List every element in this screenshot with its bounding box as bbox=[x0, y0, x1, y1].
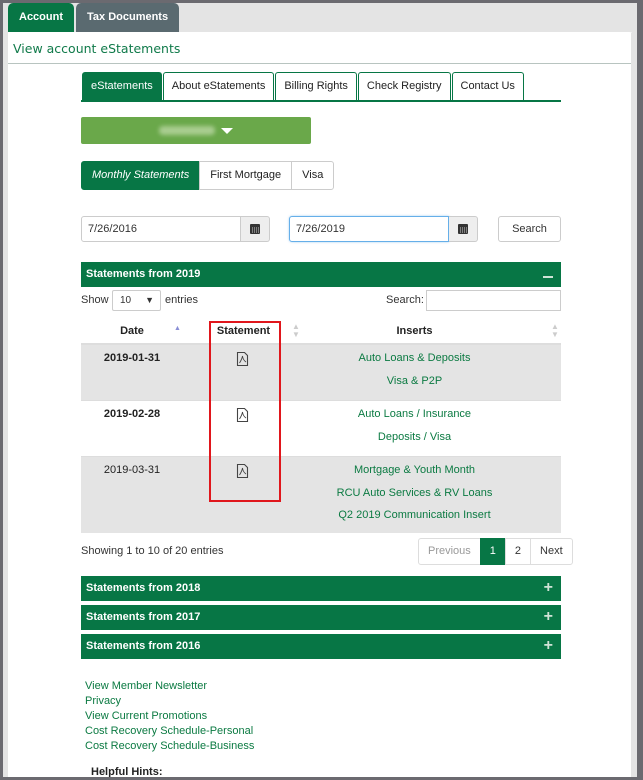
table-row: 2019-02-28 Auto Loans / Insurance Deposi… bbox=[81, 400, 561, 456]
section-title: Statements from 2016 bbox=[86, 640, 201, 652]
nav-tab-estatements[interactable]: eStatements bbox=[82, 72, 162, 100]
column-label: Inserts bbox=[396, 325, 433, 337]
sub-tab-visa[interactable]: Visa bbox=[291, 161, 335, 190]
column-header-inserts[interactable]: Inserts bbox=[268, 318, 561, 344]
insert-link[interactable]: Deposits / Visa bbox=[268, 430, 561, 453]
link-cost-recovery-business[interactable]: Cost Recovery Schedule-Business bbox=[85, 739, 254, 754]
sub-tab-monthly-statements[interactable]: Monthly Statements bbox=[81, 161, 201, 190]
insert-link[interactable]: Auto Loans / Insurance bbox=[268, 407, 561, 430]
inserts-cell: Mortgage & Youth Month RCU Auto Services… bbox=[268, 463, 561, 531]
from-calendar-button[interactable] bbox=[241, 216, 270, 242]
from-date-input[interactable]: 7/26/2016 bbox=[81, 216, 241, 242]
estatement-nav-tabs: eStatements About eStatements Billing Ri… bbox=[81, 70, 561, 102]
next-page-button[interactable]: Next bbox=[530, 538, 573, 565]
table-controls: Show 10 ▼ entries Search: bbox=[81, 290, 561, 312]
sort-ascending-icon: ▲ bbox=[174, 325, 181, 332]
pdf-icon[interactable] bbox=[236, 407, 249, 423]
search-button[interactable]: Search bbox=[498, 216, 561, 242]
expand-icon[interactable]: + bbox=[544, 634, 553, 658]
insert-link[interactable]: RCU Auto Services & RV Loans bbox=[268, 486, 561, 509]
link-privacy[interactable]: Privacy bbox=[85, 694, 254, 709]
helpful-hints-heading: Helpful Hints: bbox=[91, 766, 163, 777]
statement-type-tabs: Monthly Statements First Mortgage Visa bbox=[81, 161, 335, 190]
sort-icon: ▲ ▼ bbox=[551, 322, 559, 339]
table-header: Date ▲ Statement ▲ ▼ Inserts ▲ ▼ bbox=[81, 318, 561, 344]
previous-page-button[interactable]: Previous bbox=[418, 538, 481, 565]
statement-date: 2019-03-31 bbox=[103, 464, 161, 476]
nav-tab-about-estatements[interactable]: About eStatements bbox=[162, 72, 275, 100]
to-date-group: 7/26/2019 bbox=[289, 216, 478, 242]
statement-date: 2019-01-31 bbox=[103, 352, 161, 364]
title-divider bbox=[8, 63, 632, 64]
insert-link[interactable]: Visa & P2P bbox=[268, 374, 561, 397]
link-member-newsletter[interactable]: View Member Newsletter bbox=[85, 679, 254, 694]
page-title: View account eStatements bbox=[13, 41, 181, 56]
table-search-input[interactable] bbox=[426, 290, 561, 311]
calendar-icon bbox=[250, 224, 260, 234]
account-selector-button[interactable] bbox=[81, 117, 311, 144]
table-search-label: Search: bbox=[386, 294, 424, 306]
browser-frame: Account Tax Documents View account eStat… bbox=[3, 3, 637, 777]
table-info: Showing 1 to 10 of 20 entries bbox=[81, 545, 224, 557]
nav-tab-billing-rights[interactable]: Billing Rights bbox=[275, 72, 357, 100]
section-title: Statements from 2018 bbox=[86, 582, 201, 594]
statement-date: 2019-02-28 bbox=[103, 408, 161, 420]
to-date-input[interactable]: 7/26/2019 bbox=[289, 216, 449, 242]
expand-icon[interactable]: + bbox=[544, 605, 553, 629]
pdf-icon[interactable] bbox=[236, 463, 249, 479]
column-header-date[interactable]: Date bbox=[81, 318, 183, 344]
content-panel: View account eStatements eStatements Abo… bbox=[8, 32, 635, 777]
to-calendar-button[interactable] bbox=[449, 216, 478, 242]
page-2-button[interactable]: 2 bbox=[504, 538, 532, 565]
page-1-button[interactable]: 1 bbox=[479, 538, 506, 565]
section-2019-header[interactable]: Statements from 2019 bbox=[81, 262, 561, 287]
page-size-select[interactable]: 10 ▼ bbox=[112, 290, 161, 311]
page-size-value: 10 bbox=[120, 295, 132, 306]
insert-link[interactable]: Mortgage & Youth Month bbox=[268, 463, 561, 486]
entries-label: entries bbox=[165, 294, 199, 306]
inserts-cell: Auto Loans / Insurance Deposits / Visa bbox=[268, 407, 561, 452]
statements-table: Date ▲ Statement ▲ ▼ Inserts ▲ ▼ 2019-01-3… bbox=[81, 318, 561, 533]
pagination: Previous 1 2 Next bbox=[418, 538, 573, 565]
calendar-icon bbox=[458, 224, 468, 234]
link-cost-recovery-personal[interactable]: Cost Recovery Schedule-Personal bbox=[85, 724, 254, 739]
insert-link[interactable]: Auto Loans & Deposits bbox=[268, 351, 561, 374]
tab-tax-documents[interactable]: Tax Documents bbox=[76, 3, 180, 32]
section-title: Statements from 2019 bbox=[86, 268, 201, 280]
from-date-group: 7/26/2016 bbox=[81, 216, 270, 242]
inserts-cell: Auto Loans & Deposits Visa & P2P bbox=[268, 351, 561, 396]
table-row: 2019-03-31 Mortgage & Youth Month RCU Au… bbox=[81, 456, 561, 533]
scrollbar[interactable] bbox=[631, 33, 637, 777]
section-title: Statements from 2017 bbox=[86, 611, 201, 623]
table-row: 2019-01-31 Auto Loans & Deposits Visa & … bbox=[81, 344, 561, 400]
footer-links: View Member Newsletter Privacy View Curr… bbox=[85, 679, 254, 754]
expand-icon[interactable]: + bbox=[544, 576, 553, 600]
section-2016-header[interactable]: Statements from 2016 + bbox=[81, 634, 561, 659]
section-2018-header[interactable]: Statements from 2018 + bbox=[81, 576, 561, 601]
redacted-account-number bbox=[159, 126, 215, 135]
column-label: Date bbox=[120, 325, 144, 337]
top-tabs: Account Tax Documents bbox=[8, 3, 180, 32]
insert-link[interactable]: Q2 2019 Communication Insert bbox=[268, 508, 561, 531]
dropdown-arrow-icon: ▼ bbox=[145, 295, 154, 305]
collapse-icon[interactable] bbox=[543, 276, 553, 278]
show-label: Show bbox=[81, 294, 109, 306]
link-current-promotions[interactable]: View Current Promotions bbox=[85, 709, 254, 724]
tab-account[interactable]: Account bbox=[8, 3, 74, 32]
nav-tab-check-registry[interactable]: Check Registry bbox=[357, 72, 451, 100]
sub-tab-first-mortgage[interactable]: First Mortgage bbox=[199, 161, 293, 190]
column-label: Statement bbox=[216, 325, 271, 337]
section-2017-header[interactable]: Statements from 2017 + bbox=[81, 605, 561, 630]
pdf-icon[interactable] bbox=[236, 351, 249, 367]
caret-down-icon bbox=[221, 127, 233, 134]
nav-tab-contact-us[interactable]: Contact Us bbox=[451, 72, 524, 100]
